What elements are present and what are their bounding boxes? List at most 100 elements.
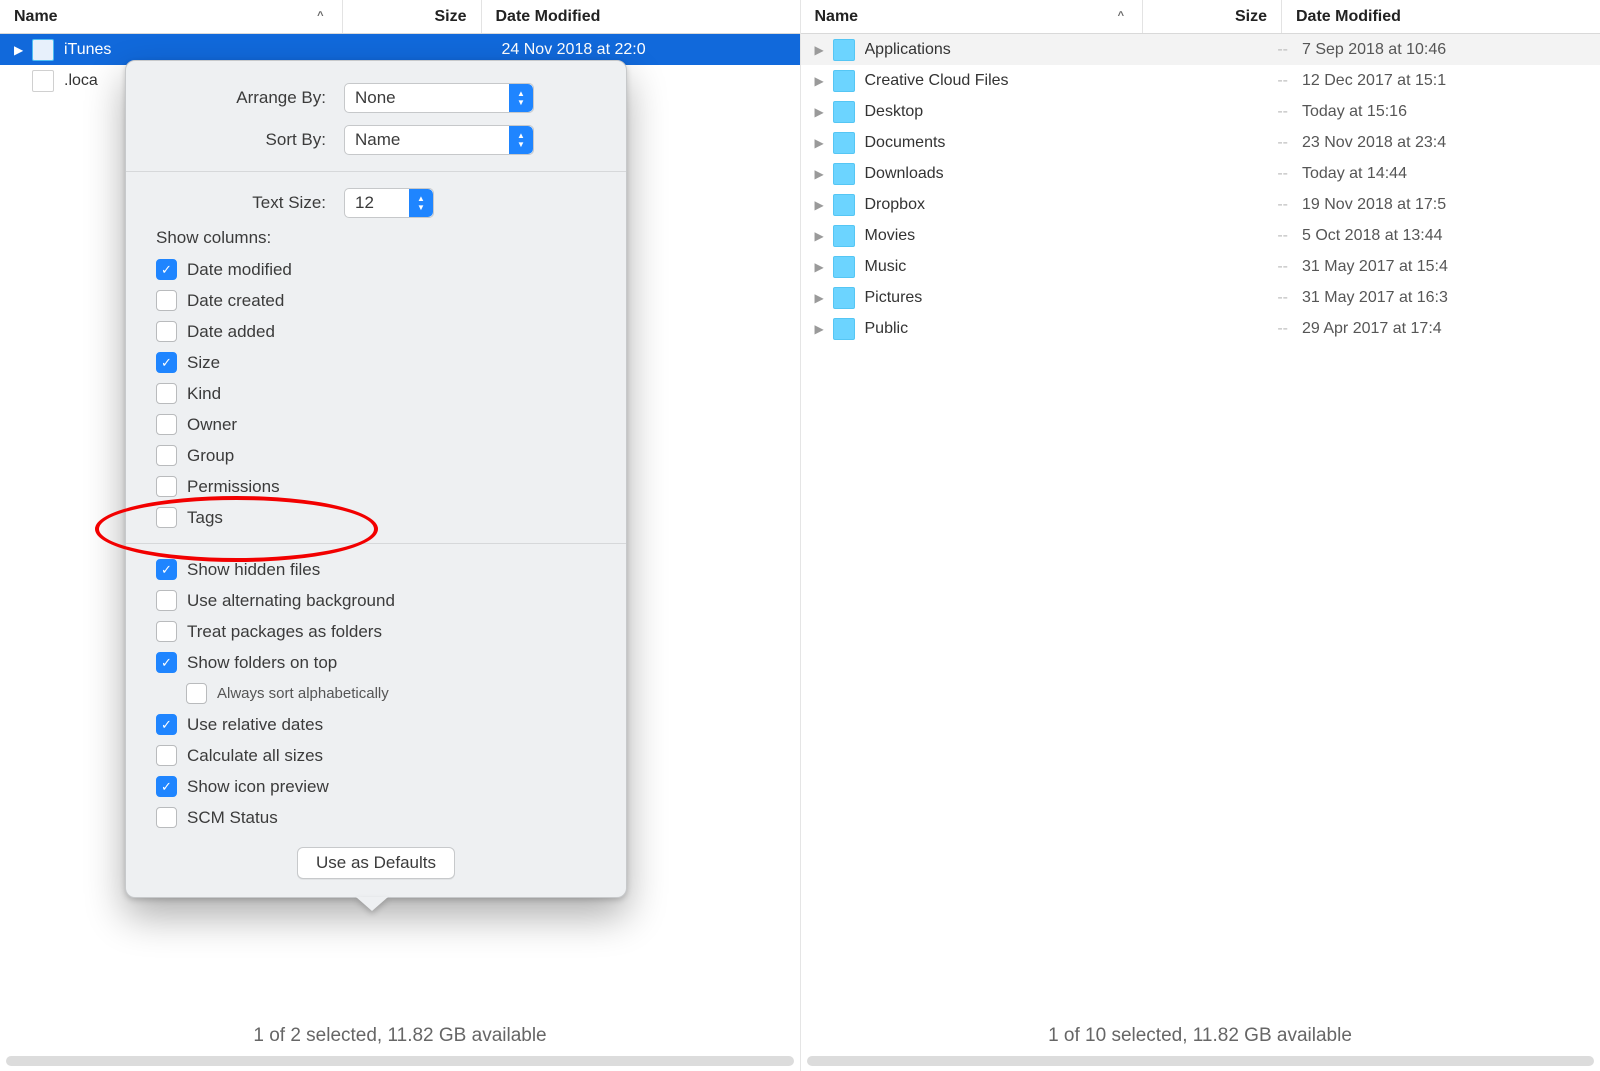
sort-by-label: Sort By: xyxy=(126,130,344,150)
use-as-defaults-button[interactable]: Use as Defaults xyxy=(297,847,455,879)
disclosure-triangle-icon[interactable]: ▶ xyxy=(815,291,827,305)
file-row[interactable]: ▶ Documents --23 Nov 2018 at 23:4 xyxy=(801,127,1600,158)
right-column-header[interactable]: Name ^ Size Date Modified xyxy=(801,0,1600,34)
file-size: -- xyxy=(1178,289,1302,307)
disclosure-triangle-icon[interactable]: ▶ xyxy=(815,74,827,88)
checkbox-icon: ✓ xyxy=(156,776,177,797)
file-row[interactable]: ▶Music--31 May 2017 at 15:4 xyxy=(801,251,1600,282)
checkbox-icon xyxy=(156,590,177,611)
file-row[interactable]: ▶Pictures--31 May 2017 at 16:3 xyxy=(801,282,1600,313)
disclosure-triangle-icon[interactable]: ▶ xyxy=(815,229,827,243)
checkbox-icon: ✓ xyxy=(156,714,177,735)
text-size-label: Text Size: xyxy=(126,193,344,213)
file-name: Creative Cloud Files xyxy=(865,72,1009,90)
chevron-up-icon: ^ xyxy=(317,10,323,22)
stepper-icon: ▲▼ xyxy=(509,126,533,154)
col-name-label: Name xyxy=(14,8,58,26)
file-row[interactable]: ▶Downloads--Today at 14:44 xyxy=(801,158,1600,189)
file-date: 31 May 2017 at 16:3 xyxy=(1302,289,1600,307)
option-checkbox[interactable]: Calculate all sizes xyxy=(126,740,626,771)
option-checkbox[interactable]: ✓ Show icon preview xyxy=(126,771,626,802)
disclosure-triangle-icon[interactable]: ▶ xyxy=(815,167,827,181)
disclosure-triangle-icon[interactable]: ▶ xyxy=(815,322,827,336)
folder-icon xyxy=(833,70,855,92)
option-label: Tags xyxy=(187,508,223,528)
file-date: 5 Oct 2018 at 13:44 xyxy=(1302,227,1600,245)
file-row[interactable]: ▶Creative Cloud Files--12 Dec 2017 at 15… xyxy=(801,65,1600,96)
file-size: -- xyxy=(1178,165,1302,183)
file-size: -- xyxy=(1178,320,1302,338)
file-row[interactable]: ▶Movies--5 Oct 2018 at 13:44 xyxy=(801,220,1600,251)
view-options-popover: Arrange By: None ▲▼ Sort By: Name ▲▼ Tex… xyxy=(125,60,627,898)
file-date: 29 Apr 2017 at 17:4 xyxy=(1302,320,1600,338)
status-bar: 1 of 2 selected, 11.82 GB available 1 of… xyxy=(0,1011,1600,1071)
option-checkbox[interactable]: Use alternating background xyxy=(126,585,626,616)
option-checkbox[interactable]: ✓Show folders on top xyxy=(126,647,626,678)
disclosure-triangle-icon[interactable]: ▶ xyxy=(815,198,827,212)
file-name: Music xyxy=(865,258,907,276)
folder-icon xyxy=(833,318,855,340)
checkbox-icon xyxy=(156,621,177,642)
file-row[interactable]: ▶Dropbox--19 Nov 2018 at 17:5 xyxy=(801,189,1600,220)
checkbox-icon xyxy=(156,321,177,342)
checkbox-icon xyxy=(156,745,177,766)
file-name: Desktop xyxy=(865,103,924,121)
folder-icon xyxy=(32,39,54,61)
disclosure-triangle-icon[interactable]: ▶ xyxy=(815,43,827,57)
file-name: Documents xyxy=(865,134,946,152)
file-row[interactable]: ▶Desktop--Today at 15:16 xyxy=(801,96,1600,127)
file-name: .loca xyxy=(64,72,98,90)
folder-icon xyxy=(833,225,855,247)
sort-by-select[interactable]: Name ▲▼ xyxy=(344,125,534,155)
option-checkbox[interactable]: Group xyxy=(126,440,626,471)
checkbox-icon xyxy=(156,507,177,528)
option-checkbox[interactable]: ✓Size xyxy=(126,347,626,378)
option-checkbox[interactable]: Kind xyxy=(126,378,626,409)
option-label: Show hidden files xyxy=(187,560,320,580)
file-size: -- xyxy=(1178,258,1302,276)
col-name-label: Name xyxy=(815,8,859,26)
option-checkbox[interactable]: Date created xyxy=(126,285,626,316)
file-name: iTunes xyxy=(64,41,111,59)
arrange-by-select[interactable]: None ▲▼ xyxy=(344,83,534,113)
option-label: Use relative dates xyxy=(187,715,323,735)
option-checkbox[interactable]: Treat packages as folders xyxy=(126,616,626,647)
option-checkbox[interactable]: ✓Date modified xyxy=(126,254,626,285)
file-size: -- xyxy=(1178,134,1302,152)
arrange-by-label: Arrange By: xyxy=(126,88,344,108)
checkbox-icon xyxy=(156,807,177,828)
option-checkbox[interactable]: Permissions xyxy=(126,471,626,502)
right-file-list[interactable]: ▶Applications--7 Sep 2018 at 10:46▶Creat… xyxy=(801,34,1600,1051)
file-row[interactable]: ▶Public--29 Apr 2017 at 17:4 xyxy=(801,313,1600,344)
option-checkbox[interactable]: ✓Show hidden files xyxy=(126,554,626,585)
left-column-header[interactable]: Name ^ Size Date Modified xyxy=(0,0,800,34)
stepper-icon: ▲▼ xyxy=(509,84,533,112)
col-size-label: Size xyxy=(1235,8,1267,26)
disclosure-triangle-icon[interactable]: ▶ xyxy=(815,136,827,150)
file-row[interactable]: ▶Applications--7 Sep 2018 at 10:46 xyxy=(801,34,1600,65)
file-date: 23 Nov 2018 at 23:4 xyxy=(1302,134,1600,152)
checkbox-icon xyxy=(186,683,207,704)
always-sort-checkbox[interactable]: Always sort alphabetically xyxy=(126,678,626,709)
option-checkbox[interactable]: Owner xyxy=(126,409,626,440)
option-label: Show icon preview xyxy=(187,777,329,797)
disclosure-triangle-icon[interactable]: ▶ xyxy=(14,43,26,57)
option-checkbox[interactable]: Tags xyxy=(126,502,626,533)
file-date: 19 Nov 2018 at 17:5 xyxy=(1302,196,1600,214)
option-checkbox[interactable]: SCM Status xyxy=(126,802,626,833)
folder-icon xyxy=(833,132,855,154)
option-label: Treat packages as folders xyxy=(187,622,382,642)
file-date: Today at 15:16 xyxy=(1302,103,1600,121)
file-date: Today at 14:44 xyxy=(1302,165,1600,183)
disclosure-triangle-icon[interactable]: ▶ xyxy=(815,260,827,274)
option-checkbox[interactable]: Date added xyxy=(126,316,626,347)
option-label: Group xyxy=(187,446,234,466)
option-checkbox[interactable]: ✓ Use relative dates xyxy=(126,709,626,740)
disclosure-triangle-icon[interactable]: ▶ xyxy=(815,105,827,119)
checkbox-icon xyxy=(156,414,177,435)
option-label: SCM Status xyxy=(187,808,278,828)
file-name: Movies xyxy=(865,227,916,245)
text-size-select[interactable]: 12 ▲▼ xyxy=(344,188,434,218)
option-label: Calculate all sizes xyxy=(187,746,323,766)
show-columns-label: Show columns: xyxy=(126,224,626,254)
